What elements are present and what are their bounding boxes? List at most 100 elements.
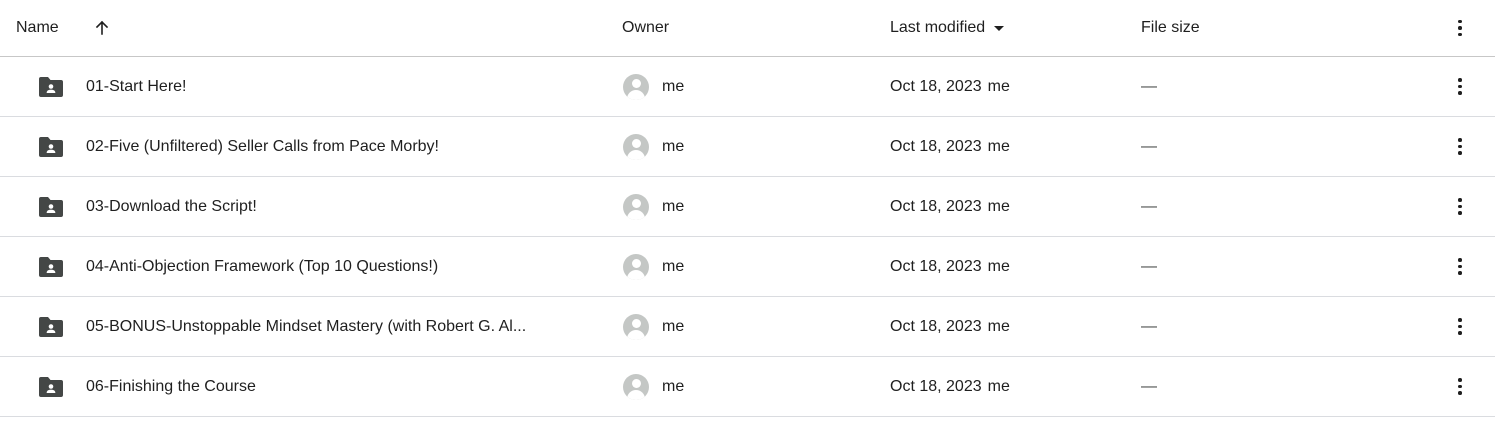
file-size: —	[1141, 57, 1157, 116]
modified-date: Oct 18, 2023	[890, 377, 982, 395]
table-row[interactable]: 05-BONUS-Unstoppable Mindset Mastery (wi…	[0, 297, 1495, 357]
owner-label: me	[662, 317, 685, 335]
table-row[interactable]: 04-Anti-Objection Framework (Top 10 Ques…	[0, 237, 1495, 297]
modified-by: me	[987, 197, 1010, 215]
sort-direction-button[interactable]	[90, 0, 114, 56]
shared-folder-icon	[37, 57, 65, 116]
owner-name: me	[662, 237, 684, 296]
modified-date: Oct 18, 2023	[890, 137, 982, 155]
more-vert-icon	[1458, 198, 1462, 215]
person-icon	[623, 193, 649, 220]
file-name-label: 01-Start Here!	[86, 77, 187, 95]
owner-avatar	[622, 177, 650, 236]
owner-label: me	[662, 77, 685, 95]
owner-label: me	[662, 137, 685, 155]
column-header-file-size-label: File size	[1141, 19, 1200, 36]
modified-by: me	[987, 77, 1010, 95]
row-more-actions-button[interactable]	[1448, 117, 1472, 176]
file-size-label: —	[1141, 377, 1157, 395]
file-size-label: —	[1141, 317, 1157, 335]
modified-by: me	[987, 137, 1010, 155]
column-header-row: Name Owner Last modified File size	[0, 0, 1495, 57]
shared-folder-icon	[37, 117, 65, 176]
modified-date: Oct 18, 2023	[890, 257, 982, 275]
file-name[interactable]: 06-Finishing the Course	[86, 357, 606, 416]
file-name-label: 06-Finishing the Course	[86, 377, 256, 395]
column-header-file-size[interactable]: File size	[1141, 0, 1200, 56]
file-size: —	[1141, 297, 1157, 356]
table-row[interactable]: 03-Download the Script! me Oct 18, 2023 …	[0, 177, 1495, 237]
file-name[interactable]: 05-BONUS-Unstoppable Mindset Mastery (wi…	[86, 297, 606, 356]
file-name[interactable]: 02-Five (Unfiltered) Seller Calls from P…	[86, 117, 606, 176]
shared-folder-icon	[37, 237, 65, 296]
file-name-label: 02-Five (Unfiltered) Seller Calls from P…	[86, 137, 439, 155]
shared-folder-icon	[37, 297, 65, 356]
file-size-label: —	[1141, 257, 1157, 275]
table-row[interactable]: 01-Start Here! me Oct 18, 2023 me —	[0, 57, 1495, 117]
row-more-actions-button[interactable]	[1448, 237, 1472, 296]
file-size: —	[1141, 357, 1157, 416]
last-modified: Oct 18, 2023 me	[890, 297, 1010, 356]
shared-folder-icon	[37, 177, 65, 236]
modified-by: me	[987, 257, 1010, 275]
more-vert-icon	[1458, 138, 1462, 155]
column-options-button[interactable]	[1448, 0, 1472, 56]
person-icon	[623, 313, 649, 340]
owner-avatar	[622, 117, 650, 176]
column-header-owner[interactable]: Owner	[622, 0, 669, 56]
last-modified: Oct 18, 2023 me	[890, 117, 1010, 176]
more-vert-icon	[1458, 19, 1462, 37]
modified-date: Oct 18, 2023	[890, 77, 982, 95]
modified-date: Oct 18, 2023	[890, 197, 982, 215]
file-size-label: —	[1141, 77, 1157, 95]
more-vert-icon	[1458, 78, 1462, 95]
row-more-actions-button[interactable]	[1448, 357, 1472, 416]
more-vert-icon	[1458, 378, 1462, 395]
file-size: —	[1141, 177, 1157, 236]
owner-avatar	[622, 357, 650, 416]
file-size-label: —	[1141, 137, 1157, 155]
person-icon	[623, 253, 649, 280]
shared-folder-icon	[37, 357, 65, 416]
file-size: —	[1141, 117, 1157, 176]
owner-label: me	[662, 197, 685, 215]
file-name[interactable]: 03-Download the Script!	[86, 177, 606, 236]
owner-name: me	[662, 117, 684, 176]
file-name-label: 04-Anti-Objection Framework (Top 10 Ques…	[86, 257, 439, 275]
column-header-owner-label: Owner	[622, 19, 670, 36]
table-row[interactable]: 02-Five (Unfiltered) Seller Calls from P…	[0, 117, 1495, 177]
modified-by: me	[987, 377, 1010, 395]
caret-down-icon	[994, 26, 1005, 31]
last-modified: Oct 18, 2023 me	[890, 357, 1010, 416]
arrow-up-icon	[95, 20, 109, 35]
last-modified: Oct 18, 2023 me	[890, 177, 1010, 236]
more-vert-icon	[1458, 258, 1462, 275]
file-name-label: 03-Download the Script!	[86, 197, 257, 215]
row-more-actions-button[interactable]	[1448, 177, 1472, 236]
file-name[interactable]: 04-Anti-Objection Framework (Top 10 Ques…	[86, 237, 606, 296]
last-modified: Oct 18, 2023 me	[890, 237, 1010, 296]
file-list-table: Name Owner Last modified File size 01-St…	[0, 0, 1495, 417]
owner-label: me	[662, 257, 685, 275]
owner-avatar	[622, 237, 650, 296]
owner-avatar	[622, 57, 650, 116]
row-more-actions-button[interactable]	[1448, 57, 1472, 116]
owner-name: me	[662, 357, 684, 416]
last-modified: Oct 18, 2023 me	[890, 57, 1010, 116]
row-more-actions-button[interactable]	[1448, 297, 1472, 356]
person-icon	[623, 133, 649, 160]
file-name-label: 05-BONUS-Unstoppable Mindset Mastery (wi…	[86, 317, 527, 335]
modified-date: Oct 18, 2023	[890, 317, 982, 335]
owner-avatar	[622, 297, 650, 356]
column-header-name[interactable]: Name	[16, 0, 59, 56]
person-icon	[623, 73, 649, 100]
owner-label: me	[662, 377, 685, 395]
table-row[interactable]: 06-Finishing the Course me Oct 18, 2023 …	[0, 357, 1495, 417]
more-vert-icon	[1458, 318, 1462, 335]
owner-name: me	[662, 57, 684, 116]
owner-name: me	[662, 297, 684, 356]
person-icon	[623, 373, 649, 400]
column-header-name-label: Name	[16, 19, 59, 36]
file-name[interactable]: 01-Start Here!	[86, 57, 606, 116]
column-header-last-modified[interactable]: Last modified	[890, 0, 1007, 56]
